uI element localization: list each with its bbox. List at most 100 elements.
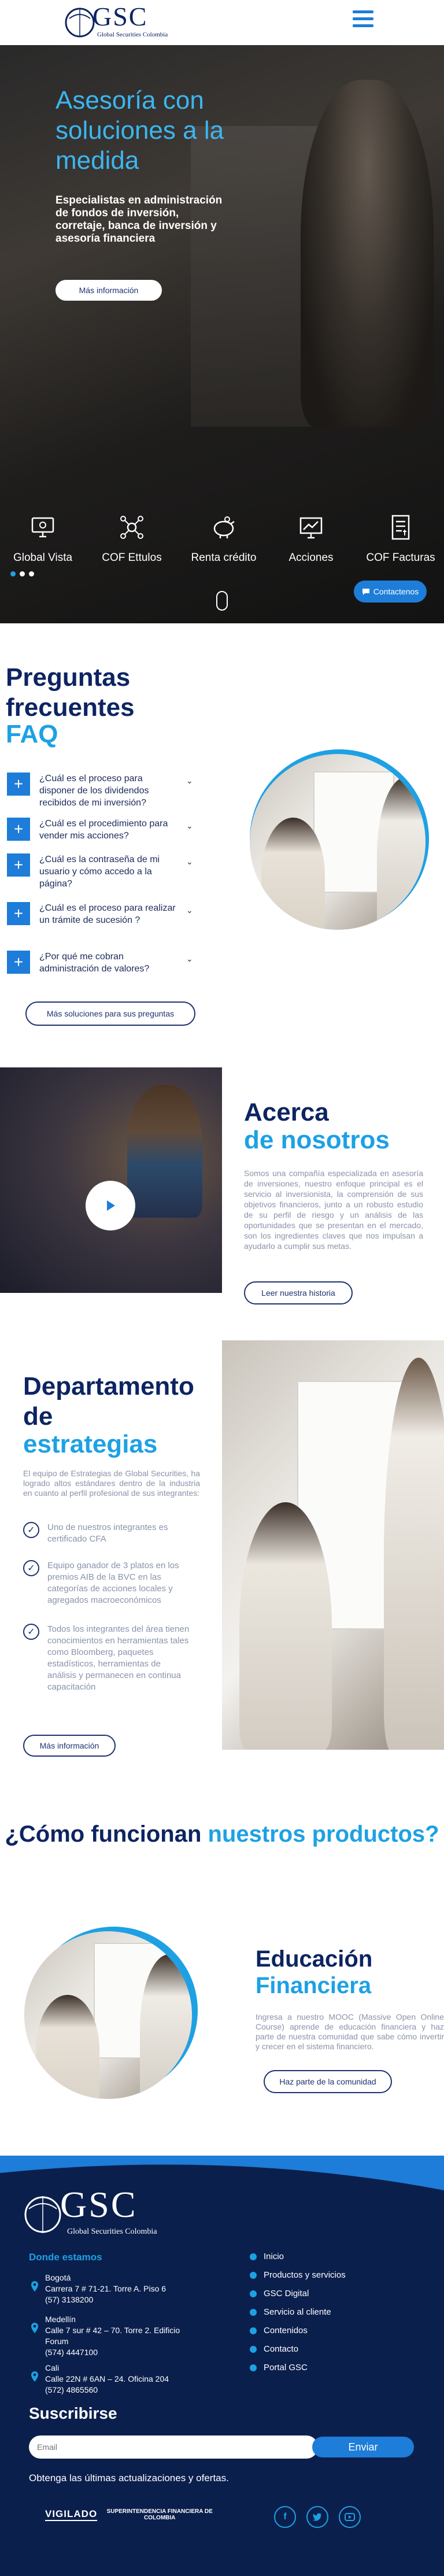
footer-link-portal[interactable]: Portal GSC (250, 2363, 308, 2372)
education-community-button[interactable]: Haz parte de la comunidad (264, 2070, 392, 2093)
location-medellin: Medellín Calle 7 sur # 42 – 70. Torre 2.… (45, 2314, 184, 2358)
strategy-point-text: Equipo ganador de 3 platos en los premio… (47, 1561, 179, 1605)
strategy-point-text: Todos los integrantes del área tienen co… (47, 1624, 190, 1692)
feature-label: Global Vista (13, 552, 73, 564)
logo-globe-icon (24, 2196, 61, 2233)
slider-dot[interactable] (10, 571, 16, 576)
scroll-mouse-icon[interactable] (216, 591, 228, 611)
faq-question: ¿Cuál es el proceso para realizar un trá… (39, 903, 176, 925)
check-icon: ✓ (23, 1522, 39, 1538)
location-pin-icon (31, 2281, 38, 2292)
hero-title: Asesoría con soluciones a la medida (56, 86, 224, 175)
site-header: GSC Global Securities Colombia (0, 0, 444, 45)
location-pin-icon (31, 2323, 38, 2333)
strategy-point-text: Uno de nuestros integrantes es certifica… (47, 1522, 168, 1544)
faq-item[interactable]: + ¿Por qué me cobran administración de v… (7, 951, 215, 988)
faq-item[interactable]: + ¿Cuál es la contraseña de mi usuario y… (7, 853, 215, 890)
play-button[interactable] (86, 1181, 135, 1230)
network-icon (120, 516, 143, 539)
feature-acciones[interactable]: Acciones (276, 513, 346, 564)
faq-item[interactable]: + ¿Cuál es el proceso para disponer de l… (7, 773, 215, 810)
how-title-line: ¿Cómo funcionan nuestros productos? (0, 1820, 444, 1848)
about-title: Acerca (244, 1098, 329, 1126)
vigilado-badge: VIGILADO SUPERINTENDENCIA FINANCIERA DE … (45, 2508, 217, 2521)
about-video-image[interactable] (0, 1067, 222, 1293)
faq-item[interactable]: + ¿Cuál es el proceso para realizar un t… (7, 902, 215, 939)
about-title-accent: de nosotros (244, 1126, 390, 1154)
email-input[interactable] (29, 2435, 318, 2459)
bullet-icon (250, 2290, 257, 2297)
slider-dot[interactable] (20, 571, 25, 576)
hero-slider-dots[interactable] (10, 571, 39, 577)
bullet-icon (250, 2345, 257, 2353)
footer-logo-subtitle: Global Securities Colombia (67, 2227, 157, 2236)
footer-logo[interactable]: GSC Global Securities Colombia (23, 2184, 179, 2242)
faq-item[interactable]: + ¿Cuál es el procedimiento para vender … (7, 818, 215, 855)
strategy-title: Departamento de (23, 1372, 194, 1431)
plus-icon[interactable]: + (7, 773, 30, 796)
feature-global-vista[interactable]: Global Vista (8, 513, 77, 564)
footer-link-gsc-digital[interactable]: GSC Digital (250, 2289, 309, 2298)
plus-icon[interactable]: + (7, 902, 30, 925)
location-address: Calle 7 sur # 42 – 70. Torre 2. Edificio… (45, 2326, 180, 2346)
footer-link-contenidos[interactable]: Contenidos (250, 2326, 308, 2335)
menu-icon[interactable] (353, 10, 373, 29)
location-pin-icon (31, 2371, 38, 2382)
footer-link-productos[interactable]: Productos y servicios (250, 2270, 346, 2280)
about-body: Somos una compañía especializada en ases… (244, 1169, 423, 1251)
plus-icon[interactable]: + (7, 951, 30, 974)
strategy-section: Departamento de estrategias El equipo de… (0, 1340, 444, 1757)
send-button[interactable]: Enviar (312, 2437, 414, 2457)
faq-question: ¿Cuál es la contraseña de mi usuario y c… (39, 855, 160, 889)
feature-label: COF Facturas (366, 552, 435, 564)
strategy-more-info-button[interactable]: Más información (23, 1735, 116, 1757)
logo-text: GSC (92, 2, 148, 31)
location-address: Calle 22N # 6AN – 24. Oficina 204 (45, 2374, 169, 2383)
logo[interactable]: GSC Global Securities Colombia (64, 2, 173, 42)
location-city: Medellín (45, 2315, 76, 2324)
hero-more-info-button[interactable]: Más información (56, 280, 162, 301)
strategy-team-image (222, 1340, 444, 1750)
feature-cof-ettulos[interactable]: COF Ettulos (97, 513, 166, 564)
hero-subtitle: Especialistas en administración de fondo… (56, 194, 223, 245)
faq-question: ¿Cuál es el proceso para disponer de los… (39, 774, 149, 808)
about-history-button[interactable]: Leer nuestra historia (244, 1281, 353, 1304)
hero-section: Asesoría con soluciones a la medida Espe… (0, 45, 444, 623)
youtube-icon[interactable] (339, 2506, 361, 2528)
location-phone: (572) 4865560 (45, 2385, 98, 2394)
footer-link-servicio[interactable]: Servicio al cliente (250, 2307, 331, 2317)
slider-dot[interactable] (29, 571, 34, 576)
footer-link-contacto[interactable]: Contacto (250, 2344, 298, 2354)
strategy-point: ✓ Uno de nuestros integrantes es certifi… (23, 1522, 192, 1545)
piggy-bank-icon (213, 516, 235, 538)
chevron-down-icon[interactable]: ⌄ (186, 821, 193, 831)
faq-more-button[interactable]: Más soluciones para sus preguntas (25, 1001, 195, 1026)
strategy-intro: El equipo de Estrategias de Global Secur… (23, 1469, 200, 1498)
feature-cof-facturas[interactable]: COF Facturas (363, 513, 438, 564)
location-phone: (574) 4447100 (45, 2348, 98, 2357)
where-title: Donde estamos (29, 2252, 102, 2263)
chart-icon (299, 517, 323, 539)
location-city: Cali (45, 2363, 60, 2372)
location-phone: (57) 3138200 (45, 2295, 94, 2304)
location-address: Carrera 7 # 71-21. Torre A. Piso 6 (45, 2284, 166, 2293)
computer-icon (31, 517, 54, 538)
plus-icon[interactable]: + (7, 853, 30, 877)
strategy-point: ✓ Equipo ganador de 3 platos en los prem… (23, 1560, 192, 1606)
plus-icon[interactable]: + (7, 818, 30, 841)
chevron-down-icon[interactable]: ⌄ (186, 954, 193, 964)
feature-label: Acciones (288, 552, 334, 564)
feature-renta-credito[interactable]: Renta crédito (186, 513, 261, 564)
footer-logo-text: GSC (60, 2184, 138, 2225)
chevron-down-icon[interactable]: ⌄ (186, 906, 193, 915)
twitter-icon[interactable] (306, 2506, 328, 2528)
superintendencia-text: SUPERINTENDENCIA FINANCIERA DE COLOMBIA (106, 2508, 213, 2521)
chevron-down-icon[interactable]: ⌄ (186, 857, 193, 867)
contact-button[interactable]: Contactenos (354, 581, 427, 603)
chevron-down-icon[interactable]: ⌄ (186, 776, 193, 786)
education-title-accent: Financiera (256, 1973, 372, 1998)
faq-title: Preguntas frecuentes (6, 663, 135, 722)
education-title: Educación (256, 1946, 373, 1972)
footer-link-inicio[interactable]: Inicio (250, 2252, 284, 2261)
facebook-icon[interactable]: f (274, 2506, 296, 2528)
